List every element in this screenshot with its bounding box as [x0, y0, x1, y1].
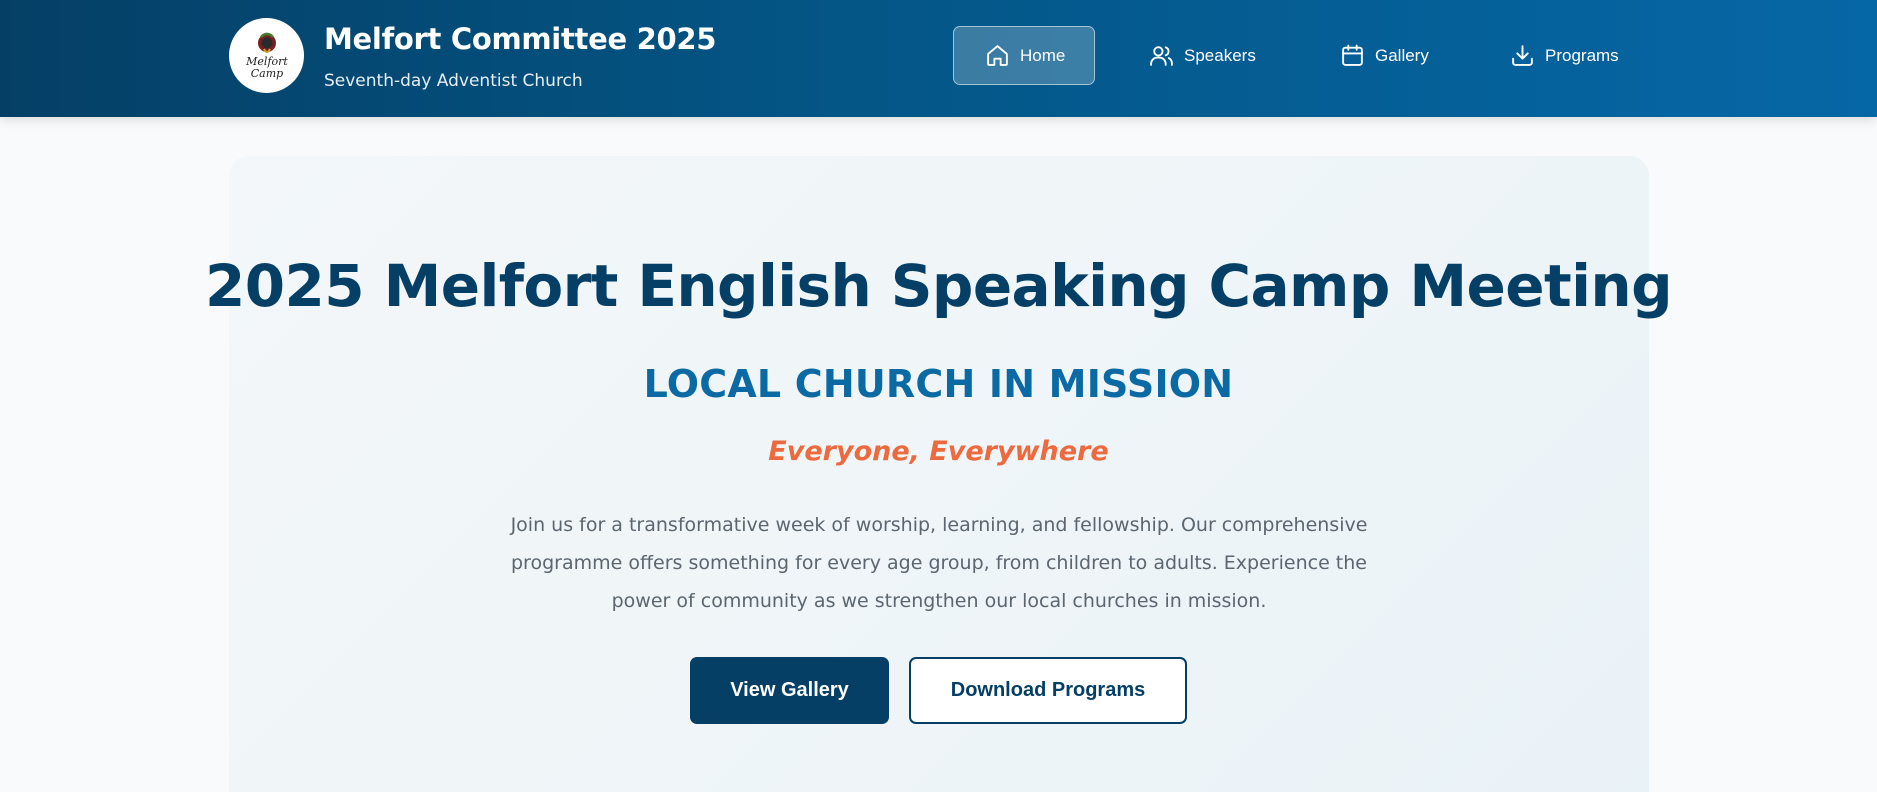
svg-text:Camp: Camp	[250, 67, 282, 80]
nav-programs[interactable]: Programs	[1477, 26, 1652, 85]
home-icon	[987, 45, 1008, 66]
view-gallery-button[interactable]: View Gallery	[690, 657, 889, 724]
logo[interactable]: Melfort Camp	[229, 18, 304, 93]
nav-speakers-label: Speakers	[1184, 45, 1256, 65]
calendar-icon	[1342, 44, 1363, 66]
nav-home-label: Home	[1020, 45, 1066, 65]
hero-tagline: Everyone, Everywhere	[768, 436, 1109, 467]
download-icon	[1512, 45, 1533, 66]
melfort-camp-logo-icon: Melfort Camp	[245, 32, 288, 80]
site-header: Melfort Camp Melfort Committee 2025 Seve…	[0, 0, 1877, 117]
nav-home[interactable]: Home	[953, 26, 1095, 85]
download-programs-button[interactable]: Download Programs	[909, 657, 1187, 724]
nav-speakers[interactable]: Speakers	[1116, 26, 1289, 85]
nav-gallery-label: Gallery	[1375, 45, 1429, 65]
site-title: Melfort Committee 2025	[324, 22, 717, 56]
site-subtitle: Seventh-day Adventist Church	[324, 71, 583, 91]
users-icon	[1150, 46, 1173, 66]
hero-title: 2025 Melfort English Speaking Camp Meeti…	[204, 252, 1673, 320]
nav-gallery[interactable]: Gallery	[1307, 26, 1462, 85]
hero-theme: LOCAL CHURCH IN MISSION	[643, 362, 1234, 406]
nav-programs-label: Programs	[1545, 45, 1619, 65]
hero-description: Join us for a transformative week of wor…	[510, 514, 1368, 612]
